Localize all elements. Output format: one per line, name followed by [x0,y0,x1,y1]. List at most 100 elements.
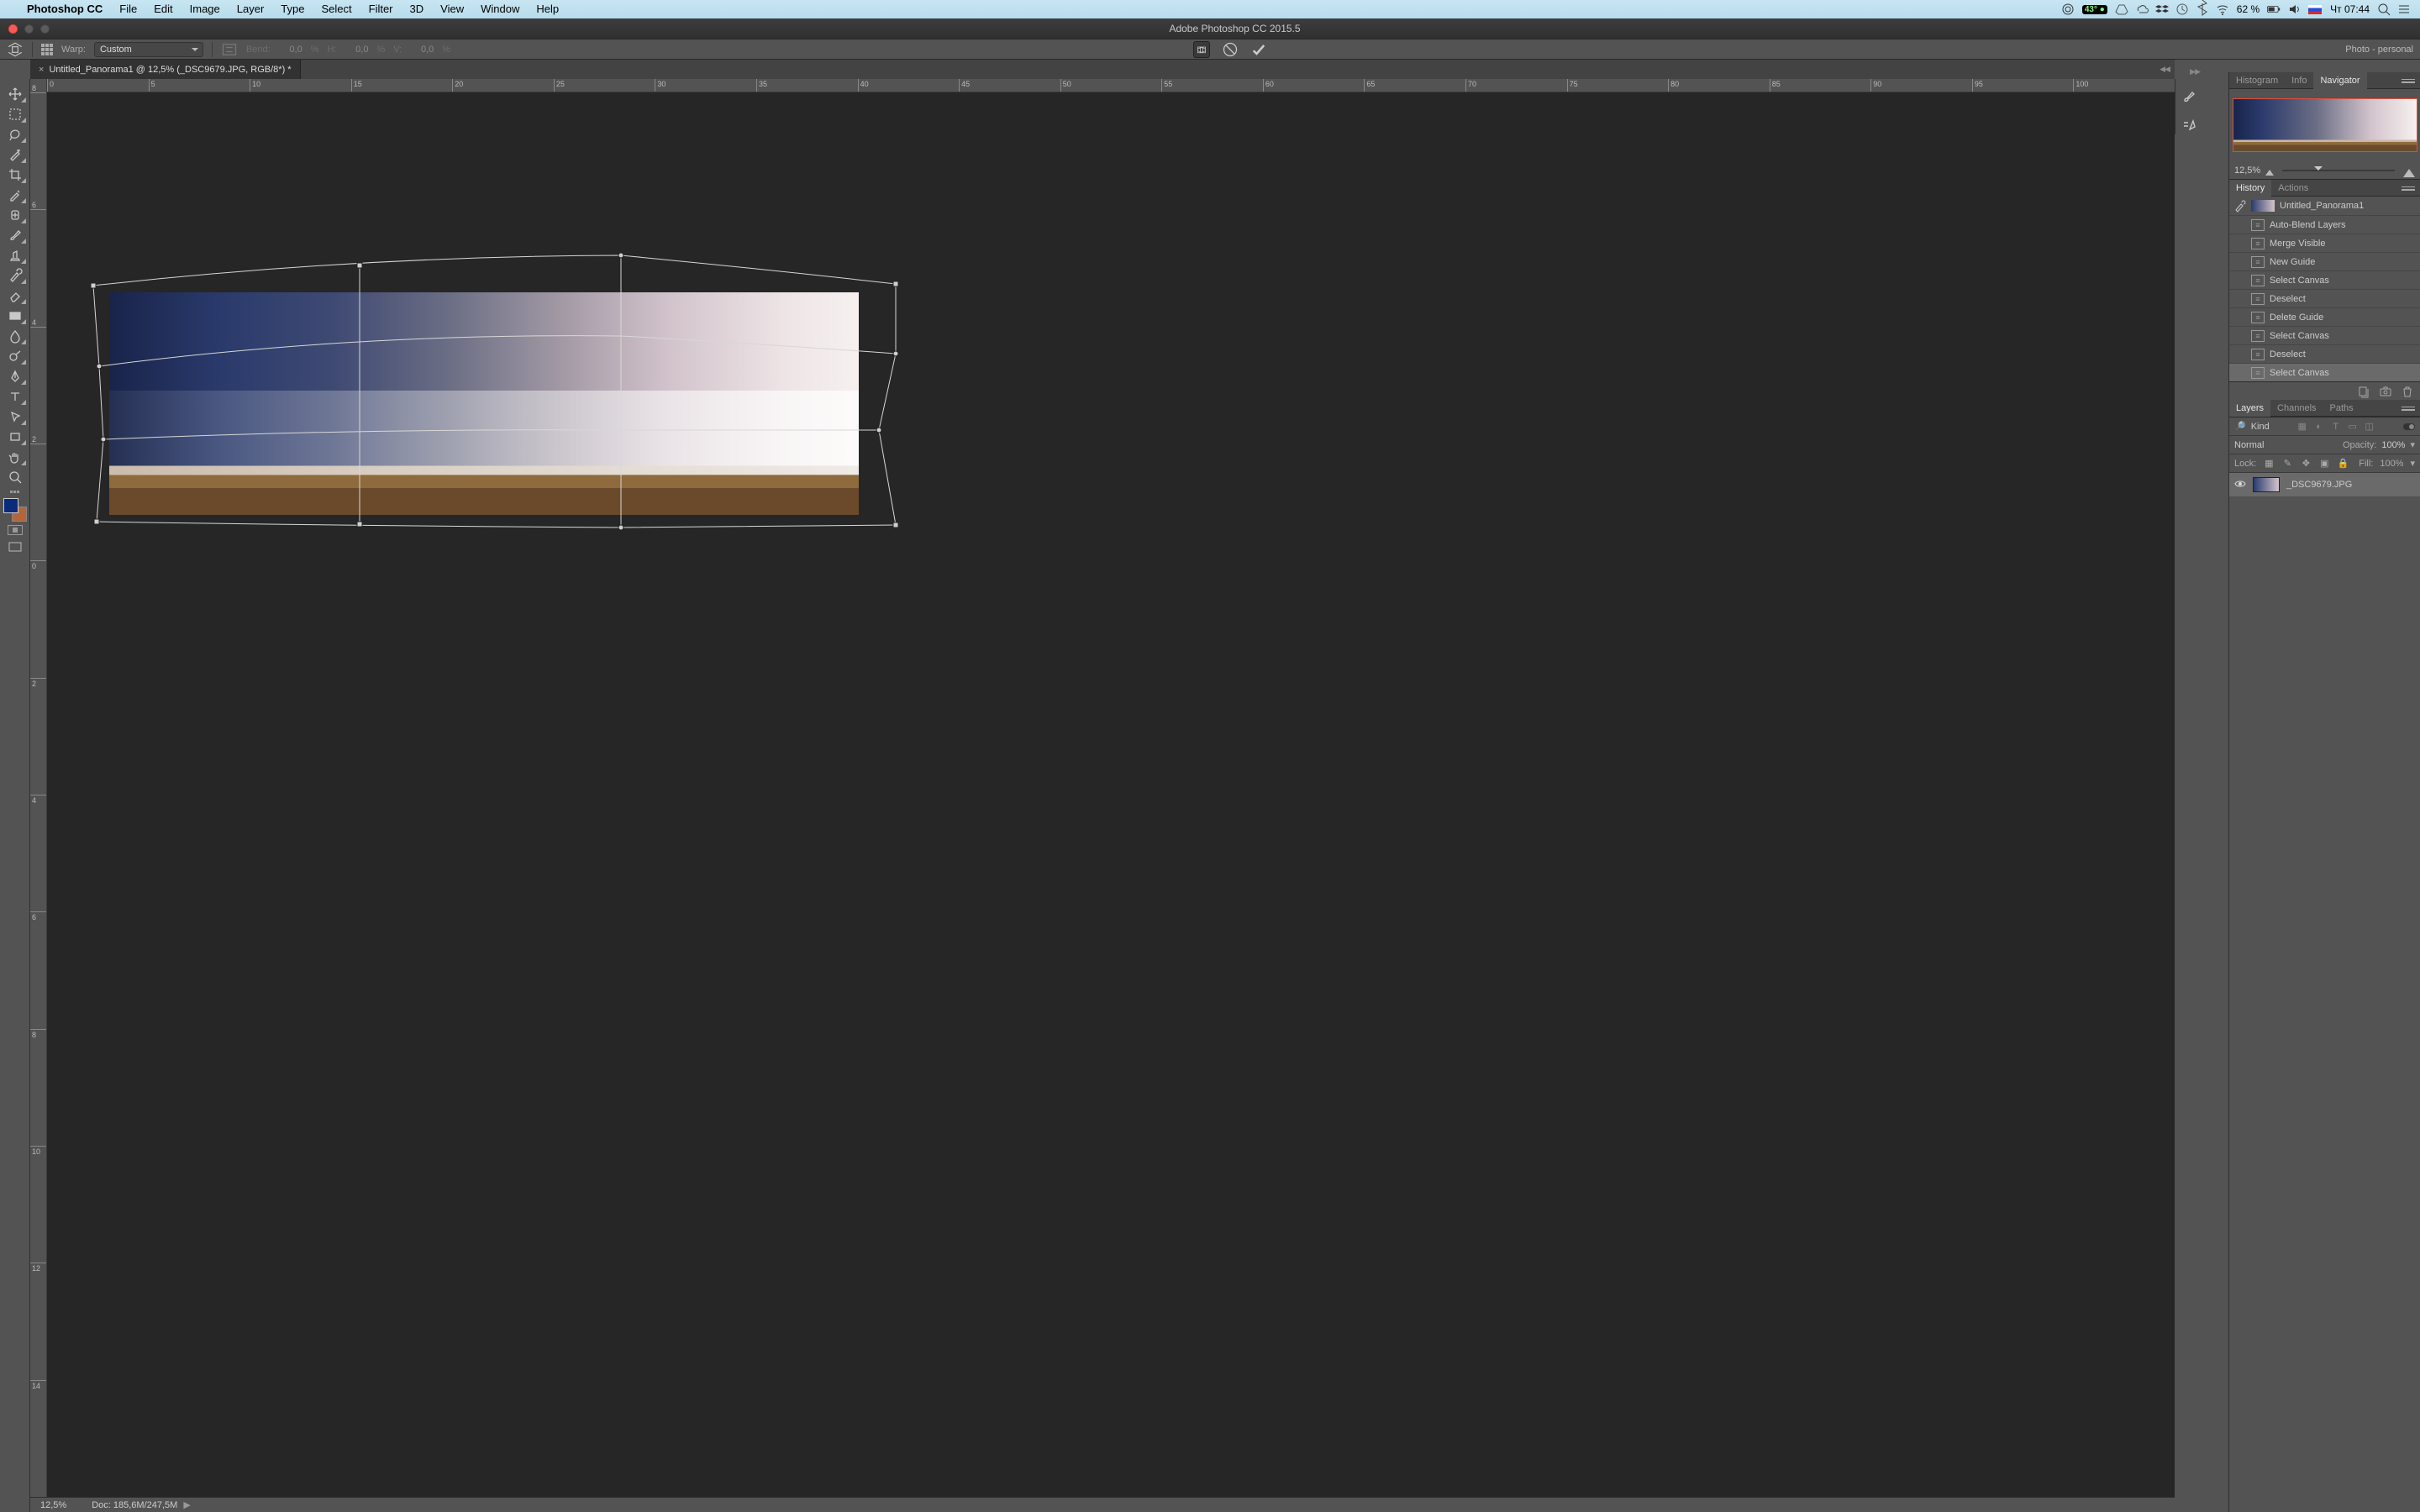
history-state[interactable]: ≡Select Canvas [2229,363,2420,381]
menu-layer[interactable]: Layer [229,0,273,18]
close-tab-icon[interactable]: × [39,65,44,75]
warp-h-input[interactable] [345,45,368,55]
tab-history[interactable]: History [2229,180,2271,197]
warp-anchor[interactable] [893,351,899,357]
cc-status-icon[interactable] [2062,3,2074,15]
status-menu-icon[interactable]: ▶ [181,1500,191,1510]
history-state[interactable]: ≡Select Canvas [2229,270,2420,289]
warp-handle[interactable] [91,283,97,289]
hand-tool[interactable] [3,447,28,467]
commit-transform-icon[interactable] [1250,41,1267,58]
layer-thumbnail[interactable] [2253,477,2280,492]
dropbox-icon[interactable] [2156,3,2168,15]
menu-help[interactable]: Help [528,0,567,18]
warp-v-input[interactable] [410,45,434,55]
filter-smartobject-icon[interactable]: ◫ [2364,421,2375,433]
menu-window[interactable]: Window [472,0,528,18]
gradient-tool[interactable] [3,306,28,326]
zoom-window-button[interactable] [40,24,50,34]
brush-presets-panel-icon[interactable] [2180,116,2198,134]
lock-position-icon[interactable]: ✥ [2300,458,2312,470]
warp-handle[interactable] [357,522,363,528]
color-swatches[interactable] [3,498,27,522]
warp-grid-icon[interactable] [41,44,53,55]
filter-pixel-icon[interactable]: ▦ [2296,421,2308,433]
horizontal-ruler[interactable]: 0510152025303540455055606570758085909510… [30,79,2175,92]
brush-panel-icon[interactable] [2180,87,2198,106]
type-tool[interactable] [3,386,28,407]
panel-menu-icon[interactable] [2396,72,2420,89]
lock-all-icon[interactable]: 🔒 [2337,458,2349,470]
warp-anchor[interactable] [876,428,882,433]
tab-channels[interactable]: Channels [2270,400,2323,417]
input-source-flag-icon[interactable] [2308,5,2322,14]
expand-dock-icon[interactable]: ▶▶ [2190,67,2200,76]
layer-visibility-icon[interactable] [2234,480,2246,491]
toggle-warp-freeform-icon[interactable] [1193,41,1210,58]
warp-handle[interactable] [357,263,363,269]
healing-brush-tool[interactable] [3,205,28,225]
warp-handle[interactable] [893,522,899,528]
zoom-out-icon[interactable] [2265,165,2274,176]
filter-shape-icon[interactable]: ▭ [2347,421,2359,433]
snapshot-icon[interactable] [2380,386,2391,397]
create-document-from-state-icon[interactable] [2358,386,2370,397]
move-tool[interactable] [3,84,28,104]
warp-anchor[interactable] [101,437,107,443]
temperature-indicator[interactable]: 43° ● [2082,5,2107,14]
shape-tool[interactable] [3,427,28,447]
history-brush-source-icon[interactable] [2234,200,2246,212]
close-window-button[interactable] [8,24,18,34]
transform-tool-icon[interactable] [7,41,24,58]
layer-name[interactable]: _DSC9679.JPG [2286,480,2352,490]
lock-artboard-icon[interactable]: ▣ [2318,458,2330,470]
quick-mask-toggle[interactable] [8,525,23,535]
menu-file[interactable]: File [111,0,145,18]
cancel-transform-icon[interactable] [1222,41,1239,58]
opacity-value[interactable]: 100% [2381,440,2405,450]
brush-tool[interactable] [3,225,28,245]
menu-filter[interactable]: Filter [360,0,402,18]
warp-anchor[interactable] [618,525,624,531]
tab-navigator[interactable]: Navigator [2313,72,2366,89]
panel-menu-icon[interactable] [2396,400,2420,417]
fill-value[interactable]: 100% [2380,459,2403,469]
foreground-color[interactable] [3,498,18,513]
status-docsize[interactable]: Doc: 185,6M/247,5M [92,1500,177,1510]
clock[interactable]: Чт 07:44 [2330,3,2370,15]
dodge-tool[interactable] [3,346,28,366]
tab-info[interactable]: Info [2285,72,2313,89]
layer-row[interactable]: _DSC9679.JPG [2229,473,2420,496]
screen-mode-toggle[interactable] [3,538,28,555]
history-state[interactable]: ≡Select Canvas [2229,326,2420,344]
history-brush-tool[interactable] [3,265,28,286]
notification-center-icon[interactable] [2398,3,2410,15]
filter-adjustment-icon[interactable]: ◐ [2313,421,2325,433]
layer-filter-kind-dropdown[interactable]: Kind [2251,422,2291,432]
lock-pixels-icon[interactable]: ✎ [2281,458,2293,470]
warp-orientation-icon[interactable] [221,41,238,58]
menu-edit[interactable]: Edit [145,0,181,18]
document-tab[interactable]: × Untitled_Panorama1 @ 12,5% (_DSC9679.J… [30,60,301,79]
warp-anchor[interactable] [618,253,624,259]
menu-select[interactable]: Select [313,0,360,18]
spotlight-icon[interactable] [2378,3,2390,15]
delete-state-icon[interactable] [2402,386,2413,397]
wifi-icon[interactable] [2217,3,2228,15]
blur-tool[interactable] [3,326,28,346]
history-state[interactable]: ≡Auto-Blend Layers [2229,215,2420,234]
google-drive-icon[interactable] [2116,3,2128,15]
tab-actions[interactable]: Actions [2271,180,2315,197]
status-zoom[interactable]: 12,5% [40,1500,66,1510]
tab-paths[interactable]: Paths [2323,400,2360,417]
app-menu[interactable]: Photoshop CC [18,0,111,18]
cloud-sync-icon[interactable] [2136,3,2148,15]
pen-tool[interactable] [3,366,28,386]
edit-toolbar-icon[interactable] [10,491,19,493]
navigator-zoom-value[interactable]: 12,5% [2234,165,2260,176]
marquee-tool[interactable] [3,104,28,124]
zoom-tool[interactable] [3,467,28,487]
filter-toggle[interactable] [2403,423,2415,430]
tab-histogram[interactable]: Histogram [2229,72,2285,89]
tab-layers[interactable]: Layers [2229,400,2270,417]
